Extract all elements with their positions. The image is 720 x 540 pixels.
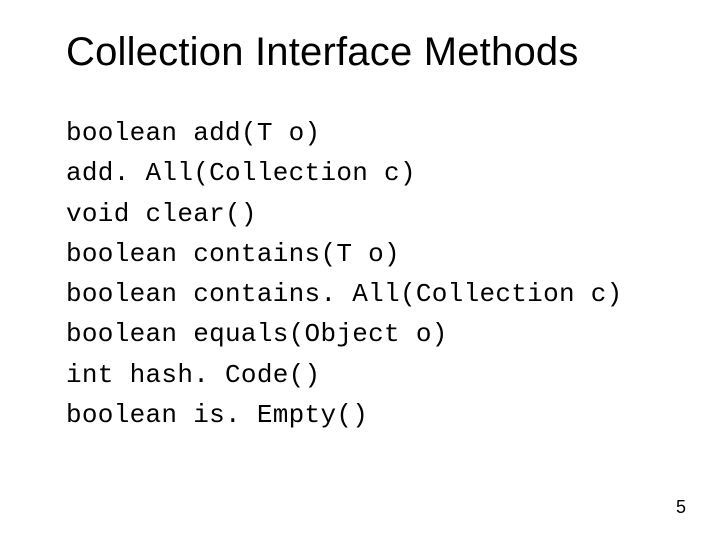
method-line: boolean add(T o) bbox=[66, 113, 660, 153]
page-number: 5 bbox=[676, 497, 686, 518]
method-line: int hash. Code() bbox=[66, 355, 660, 395]
slide-container: Collection Interface Methods boolean add… bbox=[0, 0, 720, 540]
method-line: add. All(Collection c) bbox=[66, 153, 660, 193]
method-list: boolean add(T o) add. All(Collection c) … bbox=[66, 113, 660, 435]
method-line: boolean contains. All(Collection c) bbox=[66, 274, 660, 314]
slide-title: Collection Interface Methods bbox=[66, 30, 660, 75]
method-line: boolean equals(Object o) bbox=[66, 314, 660, 354]
method-line: boolean is. Empty() bbox=[66, 395, 660, 435]
method-line: boolean contains(T o) bbox=[66, 234, 660, 274]
method-line: void clear() bbox=[66, 194, 660, 234]
